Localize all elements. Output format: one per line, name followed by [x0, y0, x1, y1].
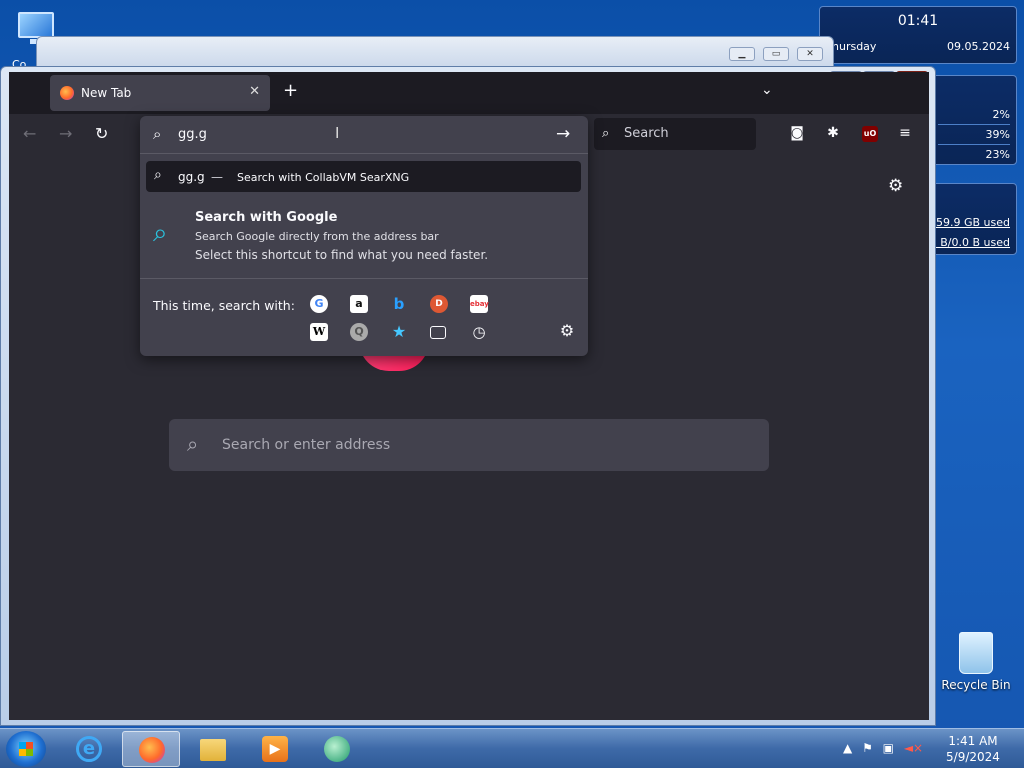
google-icon[interactable]: G: [310, 295, 328, 313]
hamburger-menu-icon[interactable]: ≡: [896, 124, 914, 142]
taskbar-date: 5/9/2024: [946, 750, 1000, 764]
search-bar[interactable]: ⌕ Search: [594, 118, 756, 150]
disk-used[interactable]: 3/59.9 GB used: [925, 216, 1010, 229]
net-used[interactable]: 0 B/0.0 B used: [930, 236, 1010, 249]
reload-icon[interactable]: ↻: [95, 124, 108, 143]
back-arrow-icon[interactable]: ←: [23, 124, 36, 143]
recycle-bin-label: Recycle Bin: [941, 678, 1011, 692]
media-player-icon: ▶: [262, 736, 288, 762]
history-icon[interactable]: ◷: [470, 323, 488, 341]
taskbar: e ▶ ▲ ⚑ ▣ ◄× 1:41 AM 5/9/2024: [0, 728, 1024, 768]
search-settings-gear-icon[interactable]: ⚙: [558, 322, 576, 340]
cpu-value-2: 39%: [985, 128, 1010, 141]
system-tray: ▲ ⚑ ▣ ◄×: [843, 741, 923, 755]
tab-close-icon[interactable]: ✕: [249, 84, 260, 99]
new-tab-search-placeholder: Search or enter address: [222, 437, 391, 453]
this-time-label: This time, search with:: [153, 298, 295, 313]
windows-logo-icon: [19, 742, 33, 756]
taskbar-internet-explorer[interactable]: e: [60, 731, 118, 767]
tab-bar: New Tab ✕ + ⌄: [9, 72, 929, 114]
search-icon: ⌕: [602, 126, 610, 141]
google-shortcut-title[interactable]: Search with Google: [195, 210, 337, 225]
recycle-bin-icon[interactable]: Recycle Bin: [940, 628, 1012, 700]
search-bar-placeholder: Search: [624, 126, 669, 141]
gadget-date: 09.05.2024: [947, 40, 1010, 53]
app-icon: [324, 736, 350, 762]
search-icon: ⌕: [154, 167, 162, 183]
taskbar-clock[interactable]: 1:41 AM 5/9/2024: [940, 733, 1006, 765]
tab-new-tab[interactable]: New Tab ✕: [50, 75, 270, 111]
taskbar-firefox[interactable]: [122, 731, 180, 767]
new-tab-button[interactable]: +: [283, 80, 298, 101]
forward-arrow-icon[interactable]: →: [59, 124, 72, 143]
google-shortcut-hint: Select this shortcut to find what you ne…: [195, 248, 489, 262]
tab-list-chevron-icon[interactable]: ⌄: [761, 82, 773, 98]
back-minimize-button[interactable]: ▁: [729, 47, 755, 61]
ublock-origin-icon[interactable]: uO: [862, 126, 878, 142]
searxng-icon[interactable]: Q: [350, 323, 368, 341]
text-cursor-icon: I: [335, 124, 340, 142]
tabs-icon[interactable]: [430, 326, 446, 339]
page-settings-gear-icon[interactable]: ⚙: [888, 176, 903, 196]
google-shortcut-subtitle: Search Google directly from the address …: [195, 230, 439, 243]
taskbar-media-player[interactable]: ▶: [246, 731, 304, 767]
network-icon[interactable]: ▣: [883, 741, 894, 755]
suggestion-query: gg.g: [178, 170, 205, 184]
urlbar-dropdown: ⌕ gg.g I → ⌕ gg.g — Search with CollabVM…: [140, 116, 588, 356]
taskbar-time: 1:41 AM: [948, 734, 998, 748]
volume-muted-icon[interactable]: ◄×: [904, 741, 923, 755]
duckduckgo-icon[interactable]: D: [430, 295, 448, 313]
go-arrow-icon[interactable]: →: [556, 124, 570, 144]
search-icon: ⌕: [187, 432, 199, 456]
show-hidden-icons-icon[interactable]: ▲: [843, 741, 852, 755]
tab-title: New Tab: [81, 86, 132, 100]
firefox-icon: [139, 737, 165, 763]
search-icon: ⌕: [153, 125, 162, 143]
gadget-time: 01:41: [897, 13, 939, 29]
start-button[interactable]: [6, 731, 46, 767]
new-tab-search-box[interactable]: ⌕ Search or enter address: [169, 419, 769, 471]
back-maximize-button[interactable]: ▭: [763, 47, 789, 61]
back-close-button[interactable]: ✕: [797, 47, 823, 61]
gadget-day: hursday: [832, 40, 877, 53]
clock-gadget: 01:41 hursday 09.05.2024: [819, 6, 1017, 64]
search-suggestion-row[interactable]: ⌕ gg.g — Search with CollabVM SearXNG: [146, 161, 581, 192]
firefox-favicon-icon: [60, 86, 74, 100]
pocket-icon[interactable]: ◙: [788, 124, 806, 142]
extensions-icon[interactable]: ✱: [824, 124, 842, 142]
address-bar-value[interactable]: gg.g: [178, 127, 207, 142]
divider: [140, 278, 588, 279]
folder-icon: [200, 739, 226, 761]
suggestion-label: Search with CollabVM SearXNG: [237, 171, 410, 184]
cpu-value-3: 23%: [985, 148, 1010, 161]
search-icon: ⌕: [153, 218, 168, 248]
ebay-icon[interactable]: ebay: [470, 295, 489, 313]
suggestion-separator: —: [211, 170, 223, 184]
cpu-value-1: 2%: [992, 108, 1010, 121]
action-center-flag-icon[interactable]: ⚑: [862, 741, 873, 755]
taskbar-app[interactable]: [308, 731, 366, 767]
internet-explorer-icon: e: [76, 736, 102, 762]
address-bar[interactable]: ⌕ gg.g I →: [140, 116, 588, 154]
taskbar-explorer[interactable]: [184, 731, 242, 767]
bookmarks-icon[interactable]: ★: [390, 323, 408, 341]
bing-icon[interactable]: b: [390, 295, 408, 313]
wikipedia-icon[interactable]: W: [310, 323, 328, 341]
amazon-icon[interactable]: a: [350, 295, 368, 313]
